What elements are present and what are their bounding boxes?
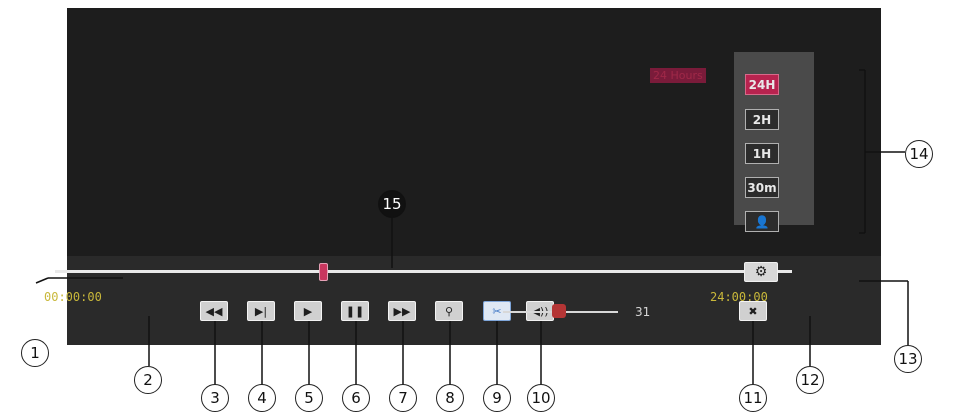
callout-5: 5	[295, 384, 323, 412]
callout-leader-lines	[35, 69, 909, 385]
callout-10: 10	[527, 384, 555, 412]
callout-6: 6	[342, 384, 370, 412]
callout-3: 3	[201, 384, 229, 412]
callout-7: 7	[389, 384, 417, 412]
callout-8: 8	[436, 384, 464, 412]
callout-11: 11	[739, 384, 767, 412]
callout-2: 2	[134, 366, 162, 394]
callout-13: 13	[894, 345, 922, 373]
callout-14: 14	[905, 140, 933, 168]
callout-4: 4	[248, 384, 276, 412]
callout-9: 9	[483, 384, 511, 412]
callout-1: 1	[21, 339, 49, 367]
callout-12: 12	[796, 366, 824, 394]
callout-15: 15	[378, 190, 406, 218]
